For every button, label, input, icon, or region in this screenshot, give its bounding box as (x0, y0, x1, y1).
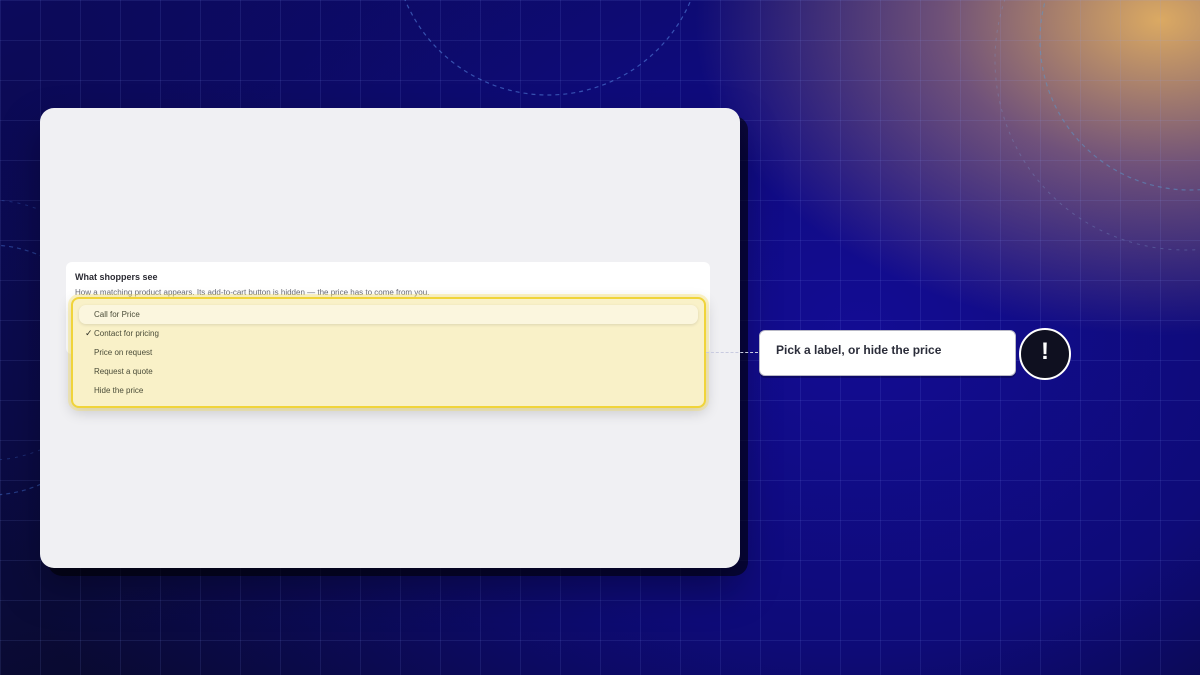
option-call-for-price[interactable]: Call for Price (79, 305, 698, 324)
card-description: How a matching product appears. Its add-… (75, 288, 430, 297)
callout-tooltip: Pick a label, or hide the price (759, 330, 1016, 376)
option-label: Hide the price (94, 386, 144, 395)
option-label: Contact for pricing (94, 329, 159, 338)
option-contact-for-pricing[interactable]: ✓ Contact for pricing (79, 324, 698, 343)
option-price-on-request[interactable]: Price on request (79, 343, 698, 362)
option-hide-the-price[interactable]: Hide the price (79, 381, 698, 400)
option-label: Request a quote (94, 367, 153, 376)
option-label: Call for Price (94, 310, 140, 319)
exclamation-icon: ! (1019, 328, 1071, 380)
option-request-a-quote[interactable]: Request a quote (79, 362, 698, 381)
callout-connector-line (706, 352, 758, 353)
label-dropdown-menu[interactable]: Call for Price ✓ Contact for pricing Pri… (71, 297, 706, 408)
card-title: What shoppers see (75, 272, 158, 282)
option-label: Price on request (94, 348, 153, 357)
callout-text: Pick a label, or hide the price (776, 343, 942, 357)
checkmark-icon: ✓ (85, 328, 93, 338)
